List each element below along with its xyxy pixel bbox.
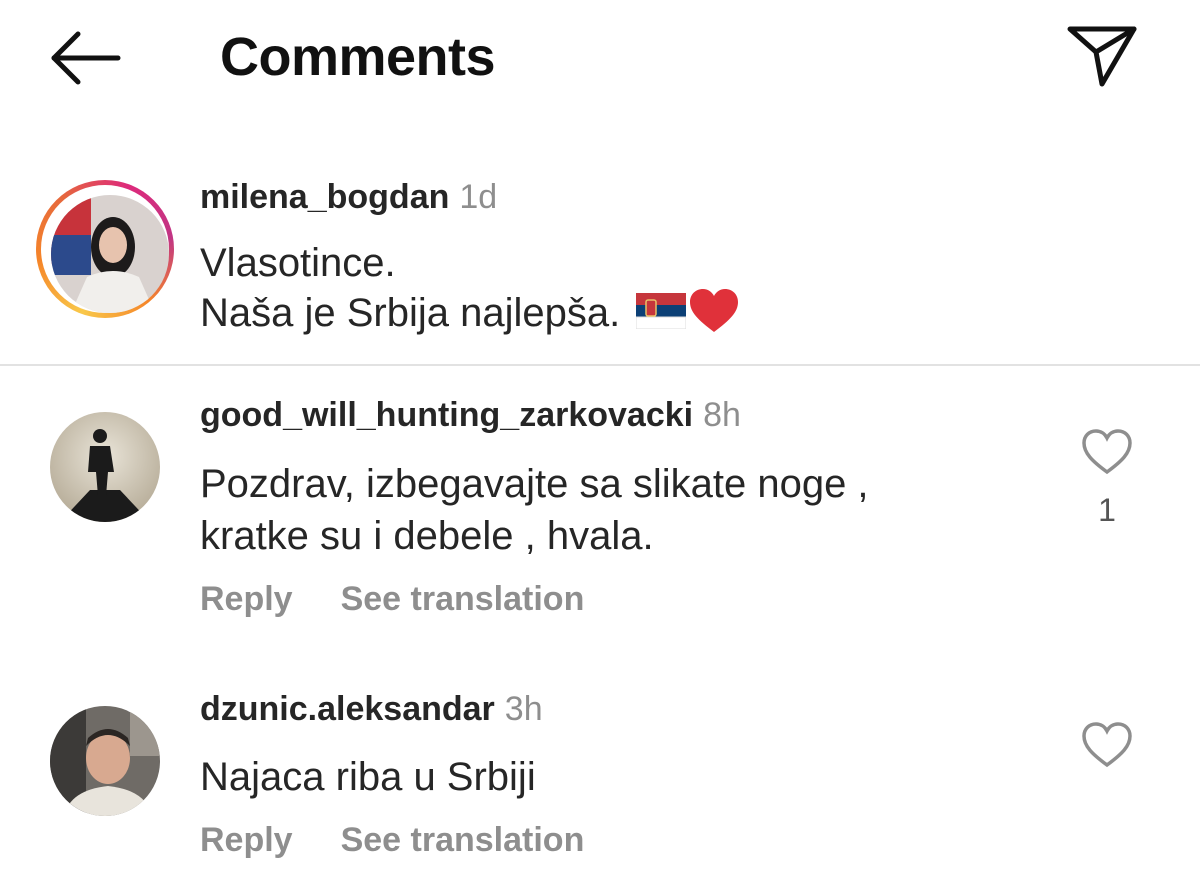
caption-text: Naša je Srbija najlepša. bbox=[200, 291, 621, 335]
avatar[interactable] bbox=[50, 706, 160, 816]
comment-text-line-2: kratke su i debele , hvala. bbox=[200, 514, 654, 558]
see-translation-button[interactable]: See translation bbox=[341, 580, 585, 618]
reply-button[interactable]: Reply bbox=[200, 580, 293, 618]
story-ring-avatar[interactable] bbox=[36, 180, 174, 318]
arrow-left-icon[interactable] bbox=[48, 30, 124, 86]
avatar bbox=[51, 195, 169, 313]
comment-time: 3h bbox=[504, 690, 543, 728]
caption-time: 1d bbox=[459, 178, 498, 216]
page-title: Comments bbox=[220, 27, 496, 87]
comment-username[interactable]: dzunic.aleksandar 3h bbox=[200, 690, 543, 729]
paper-plane-icon[interactable] bbox=[1066, 24, 1138, 88]
caption-text-line-2: Naša je Srbija najlepša. bbox=[200, 288, 740, 338]
heart-icon[interactable] bbox=[1081, 722, 1133, 768]
comment-text-line-1: Najaca riba u Srbiji bbox=[200, 755, 536, 799]
heart-icon[interactable] bbox=[1081, 429, 1133, 475]
see-translation-button[interactable]: See translation bbox=[341, 821, 585, 859]
comments-header: Comments bbox=[0, 0, 1200, 120]
avatar[interactable] bbox=[50, 412, 160, 522]
comment-actions: Reply See translation bbox=[200, 580, 632, 619]
comment-username[interactable]: good_will_hunting_zarkovacki 8h bbox=[200, 396, 741, 435]
caption-text-line-1: Vlasotince. bbox=[200, 241, 396, 285]
caption-username[interactable]: milena_bogdan 1d bbox=[200, 178, 497, 217]
serbia-flag-icon bbox=[636, 293, 687, 330]
comment-actions: Reply See translation bbox=[200, 821, 632, 860]
comment-time: 8h bbox=[703, 396, 741, 434]
post-caption: milena_bogdan 1d Vlasotince. Naša je Srbi… bbox=[0, 170, 1200, 366]
reply-button[interactable]: Reply bbox=[200, 821, 293, 859]
like-count: 1 bbox=[1098, 492, 1116, 528]
red-heart-icon bbox=[690, 289, 739, 333]
comment-text-line-1: Pozdrav, izbegavajte sa slikate noge , bbox=[200, 462, 869, 506]
